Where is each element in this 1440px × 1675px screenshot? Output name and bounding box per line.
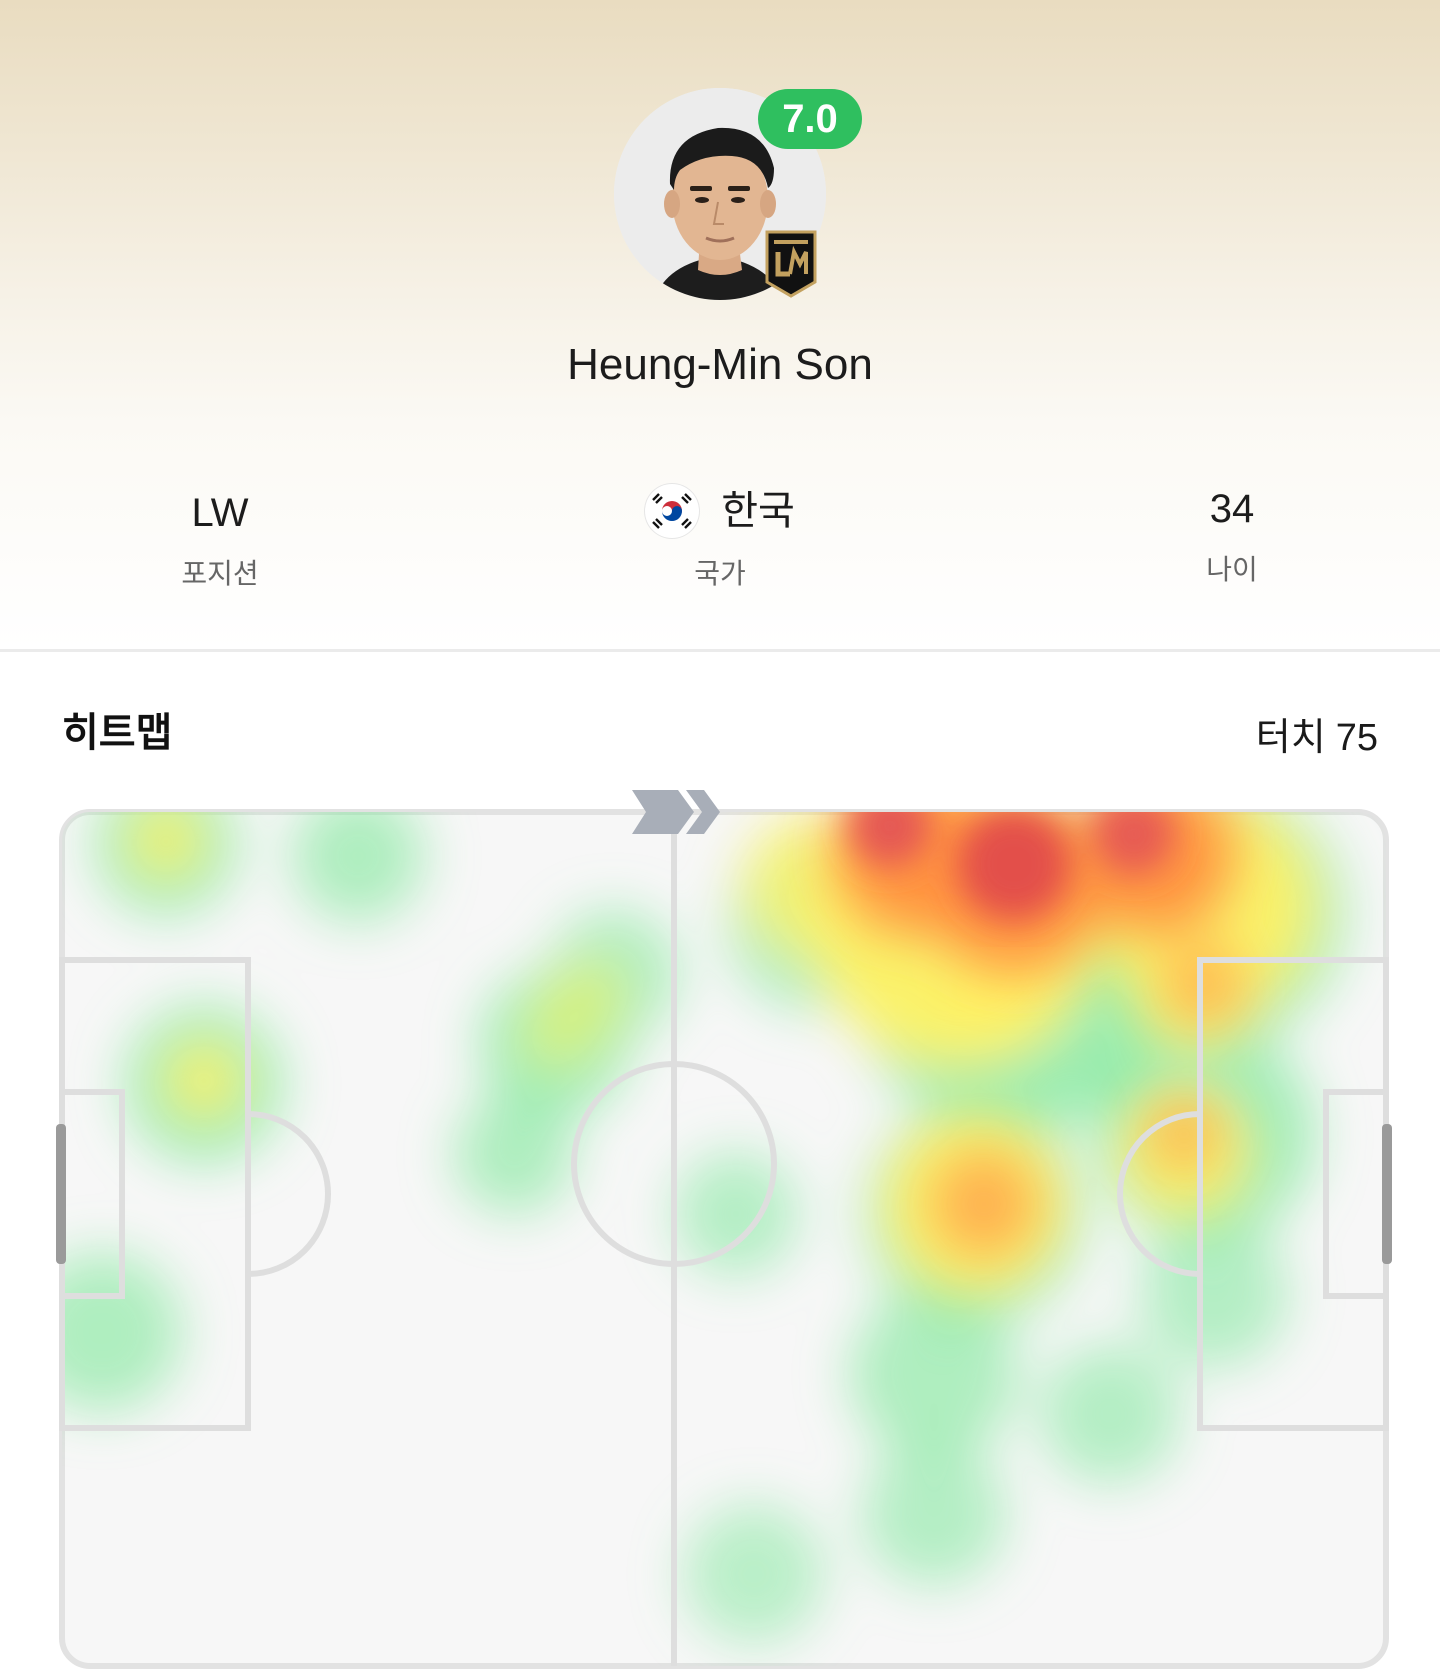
- section-divider: [0, 649, 1440, 652]
- heatmap-pitch: [54, 774, 1394, 1670]
- stat-position: LW 포지션: [70, 488, 370, 592]
- position-label: 포지션: [181, 558, 259, 589]
- left-goal: [56, 1124, 66, 1264]
- country-label: 국가: [694, 558, 746, 589]
- stat-country: 한국 국가: [570, 484, 870, 592]
- touch-count-label: 터치: [1255, 717, 1326, 759]
- south-korea-flag-icon: [645, 484, 700, 538]
- position-value: LW: [191, 491, 249, 535]
- rating-badge: 7.0: [758, 89, 862, 149]
- stat-age: 34 나이: [1082, 484, 1382, 588]
- player-header: 7.0 Heung-Min Son LW 포지션 한국 국가 34 나이: [0, 0, 1440, 650]
- country-value: 한국: [721, 489, 795, 533]
- right-goal: [1382, 1124, 1392, 1264]
- lafc-crest-icon: [764, 230, 818, 298]
- age-value: 34: [1209, 487, 1255, 531]
- heatmap-title: 히트맵: [62, 711, 173, 755]
- touch-count: 터치 75: [1246, 706, 1378, 761]
- country-value-row: 한국: [570, 484, 870, 538]
- touch-count-value: 75: [1335, 717, 1378, 759]
- age-label: 나이: [1206, 554, 1258, 585]
- player-name: Heung-Min Son: [567, 340, 873, 389]
